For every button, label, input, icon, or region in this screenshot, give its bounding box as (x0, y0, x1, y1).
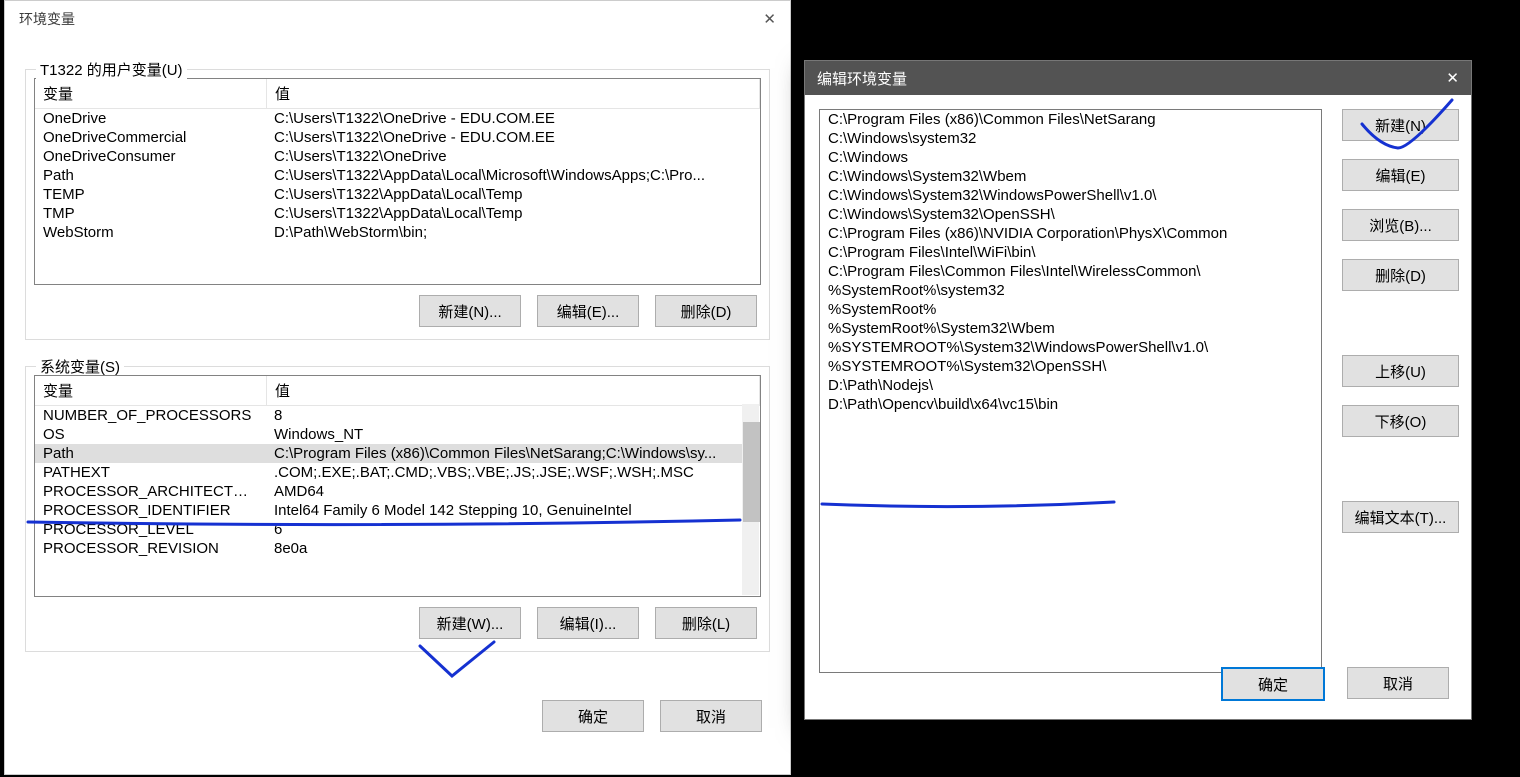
list-item[interactable]: C:\Program Files (x86)\Common Files\NetS… (820, 110, 1321, 129)
edit-edit-button[interactable]: 编辑(E) (1342, 159, 1459, 191)
list-item[interactable]: %SystemRoot%\system32 (820, 281, 1321, 300)
user-vars-table[interactable]: 变量 值 OneDriveC:\Users\T1322\OneDrive - E… (34, 78, 761, 285)
table-row[interactable]: OneDriveConsumerC:\Users\T1322\OneDrive (35, 147, 760, 166)
table-row[interactable]: OneDriveC:\Users\T1322\OneDrive - EDU.CO… (35, 109, 760, 128)
system-edit-button[interactable]: 编辑(I)... (537, 607, 639, 639)
scrollbar-thumb[interactable] (743, 422, 760, 522)
list-item[interactable]: D:\Path\Nodejs\ (820, 376, 1321, 395)
table-row[interactable]: OSWindows_NT (35, 425, 760, 444)
var-value: D:\Path\WebStorm\bin; (266, 223, 760, 242)
env-titlebar[interactable]: 环境变量 ✕ (5, 1, 790, 37)
var-value: C:\Users\T1322\OneDrive - EDU.COM.EE (266, 109, 760, 128)
col-header-value[interactable]: 值 (267, 79, 760, 108)
table-row[interactable]: TEMPC:\Users\T1322\AppData\Local\Temp (35, 185, 760, 204)
close-icon[interactable]: ✕ (1446, 69, 1459, 87)
var-name: OS (35, 425, 266, 444)
var-value: C:\Users\T1322\OneDrive - EDU.COM.EE (266, 128, 760, 147)
table-row[interactable]: PathC:\Program Files (x86)\Common Files\… (35, 444, 760, 463)
var-name: PROCESSOR_LEVEL (35, 520, 266, 539)
table-row[interactable]: PATHEXT.COM;.EXE;.BAT;.CMD;.VBS;.VBE;.JS… (35, 463, 760, 482)
var-name: PROCESSOR_ARCHITECTURE (35, 482, 266, 501)
edit-ok-button[interactable]: 确定 (1221, 667, 1325, 701)
var-name: OneDrive (35, 109, 266, 128)
table-row[interactable]: NUMBER_OF_PROCESSORS8 (35, 406, 760, 425)
var-value: 8e0a (266, 539, 760, 558)
edit-text-button[interactable]: 编辑文本(T)... (1342, 501, 1459, 533)
var-value: 8 (266, 406, 760, 425)
list-item[interactable]: %SYSTEMROOT%\System32\OpenSSH\ (820, 357, 1321, 376)
edit-cancel-button[interactable]: 取消 (1347, 667, 1449, 699)
var-name: PATHEXT (35, 463, 266, 482)
edit-delete-button[interactable]: 删除(D) (1342, 259, 1459, 291)
var-name: TMP (35, 204, 266, 223)
list-item[interactable]: C:\Windows\System32\Wbem (820, 167, 1321, 186)
var-value: Windows_NT (266, 425, 760, 444)
table-row[interactable]: PROCESSOR_LEVEL6 (35, 520, 760, 539)
col-header-value[interactable]: 值 (267, 376, 760, 405)
col-header-variable[interactable]: 变量 (35, 376, 267, 405)
env-cancel-button[interactable]: 取消 (660, 700, 762, 732)
var-name: NUMBER_OF_PROCESSORS (35, 406, 266, 425)
table-row[interactable]: WebStormD:\Path\WebStorm\bin; (35, 223, 760, 242)
list-item[interactable]: D:\Path\Opencv\build\x64\vc15\bin (820, 395, 1321, 414)
list-item[interactable]: %SystemRoot%\System32\Wbem (820, 319, 1321, 338)
edit-new-button[interactable]: 新建(N) (1342, 109, 1459, 141)
var-value: C:\Users\T1322\OneDrive (266, 147, 760, 166)
path-entries-list[interactable]: C:\Program Files (x86)\Common Files\NetS… (819, 109, 1322, 673)
list-item[interactable]: C:\Program Files\Common Files\Intel\Wire… (820, 262, 1321, 281)
col-header-variable[interactable]: 变量 (35, 79, 267, 108)
var-name: TEMP (35, 185, 266, 204)
edit-dialog-title: 编辑环境变量 (817, 68, 907, 89)
var-value: C:\Users\T1322\AppData\Local\Temp (266, 204, 760, 223)
user-edit-button[interactable]: 编辑(E)... (537, 295, 639, 327)
list-item[interactable]: C:\Windows\System32\WindowsPowerShell\v1… (820, 186, 1321, 205)
var-name: OneDriveConsumer (35, 147, 266, 166)
env-ok-button[interactable]: 确定 (542, 700, 644, 732)
user-new-button[interactable]: 新建(N)... (419, 295, 521, 327)
var-value: C:\Users\T1322\AppData\Local\Temp (266, 185, 760, 204)
environment-variables-dialog: 环境变量 ✕ T1322 的用户变量(U) 变量 值 OneDriveC:\Us… (4, 0, 791, 775)
list-item[interactable]: C:\Windows (820, 148, 1321, 167)
system-variables-group: 系统变量(S) 变量 值 NUMBER_OF_PROCESSORS8OSWind… (25, 366, 770, 652)
var-value: .COM;.EXE;.BAT;.CMD;.VBS;.VBE;.JS;.JSE;.… (266, 463, 760, 482)
table-row[interactable]: PROCESSOR_IDENTIFIERIntel64 Family 6 Mod… (35, 501, 760, 520)
system-new-button[interactable]: 新建(W)... (419, 607, 521, 639)
user-delete-button[interactable]: 删除(D) (655, 295, 757, 327)
table-row[interactable]: PROCESSOR_ARCHITECTUREAMD64 (35, 482, 760, 501)
env-dialog-title: 环境变量 (19, 9, 75, 29)
edit-moveup-button[interactable]: 上移(U) (1342, 355, 1459, 387)
var-name: Path (35, 444, 266, 463)
var-value: C:\Users\T1322\AppData\Local\Microsoft\W… (266, 166, 760, 185)
table-row[interactable]: PathC:\Users\T1322\AppData\Local\Microso… (35, 166, 760, 185)
var-name: PROCESSOR_IDENTIFIER (35, 501, 266, 520)
user-variables-group: T1322 的用户变量(U) 变量 值 OneDriveC:\Users\T13… (25, 69, 770, 340)
list-item[interactable]: C:\Windows\System32\OpenSSH\ (820, 205, 1321, 224)
var-value: C:\Program Files (x86)\Common Files\NetS… (266, 444, 760, 463)
system-vars-legend: 系统变量(S) (36, 356, 124, 377)
edit-movedown-button[interactable]: 下移(O) (1342, 405, 1459, 437)
list-item[interactable]: C:\Program Files\Intel\WiFi\bin\ (820, 243, 1321, 262)
list-item[interactable]: C:\Program Files (x86)\NVIDIA Corporatio… (820, 224, 1321, 243)
edit-browse-button[interactable]: 浏览(B)... (1342, 209, 1459, 241)
list-item[interactable]: C:\Windows\system32 (820, 129, 1321, 148)
var-value: Intel64 Family 6 Model 142 Stepping 10, … (266, 501, 760, 520)
var-value: 6 (266, 520, 760, 539)
var-name: PROCESSOR_REVISION (35, 539, 266, 558)
system-delete-button[interactable]: 删除(L) (655, 607, 757, 639)
system-vars-table[interactable]: 变量 值 NUMBER_OF_PROCESSORS8OSWindows_NTPa… (34, 375, 761, 597)
edit-environment-variable-dialog: 编辑环境变量 ✕ C:\Program Files (x86)\Common F… (804, 60, 1472, 720)
list-item[interactable]: %SYSTEMROOT%\System32\WindowsPowerShell\… (820, 338, 1321, 357)
var-value: AMD64 (266, 482, 760, 501)
var-name: OneDriveCommercial (35, 128, 266, 147)
table-row[interactable]: TMPC:\Users\T1322\AppData\Local\Temp (35, 204, 760, 223)
table-row[interactable]: PROCESSOR_REVISION8e0a (35, 539, 760, 558)
table-row[interactable]: OneDriveCommercialC:\Users\T1322\OneDriv… (35, 128, 760, 147)
var-name: WebStorm (35, 223, 266, 242)
var-name: Path (35, 166, 266, 185)
close-icon[interactable]: ✕ (763, 10, 776, 28)
edit-titlebar[interactable]: 编辑环境变量 ✕ (805, 61, 1471, 95)
user-vars-legend: T1322 的用户变量(U) (36, 59, 187, 80)
list-item[interactable]: %SystemRoot% (820, 300, 1321, 319)
